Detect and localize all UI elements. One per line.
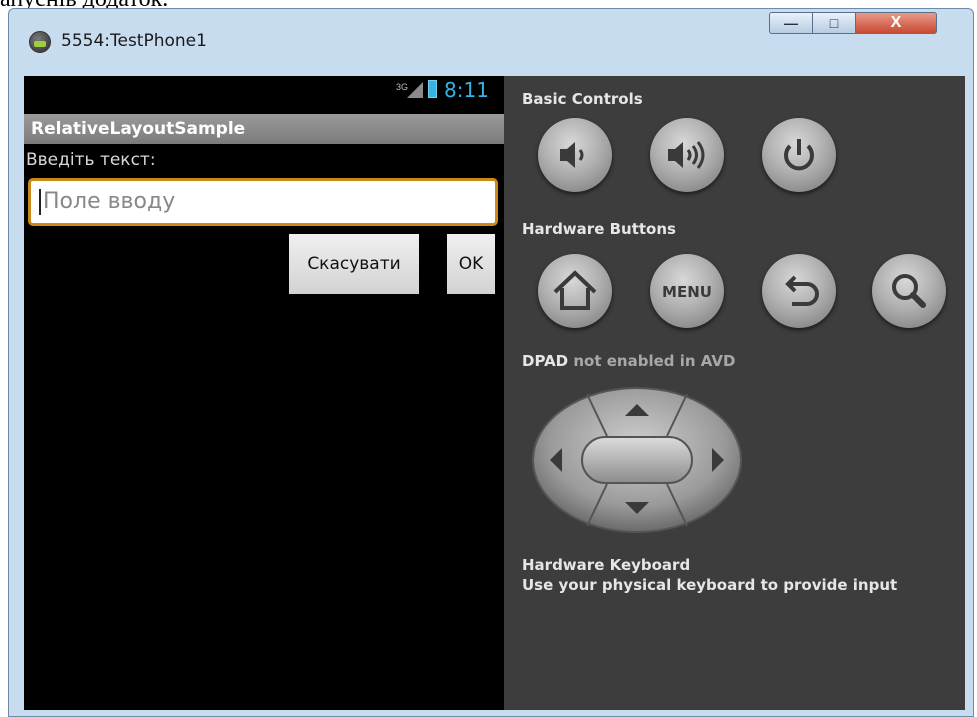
power-icon (784, 139, 814, 171)
back-button[interactable] (762, 254, 836, 328)
status-time: 8:11 (444, 78, 489, 102)
dpad-label: DPAD not enabled in AVD (522, 352, 735, 370)
dpad[interactable] (530, 386, 744, 534)
hardware-keyboard-title: Hardware Keyboard (522, 556, 691, 574)
dpad-icon (532, 387, 742, 533)
menu-button[interactable]: MENU (650, 254, 724, 328)
text-input-field[interactable]: Поле вводу (28, 178, 498, 226)
text-prompt-label: Введіть текст: (26, 150, 156, 170)
volume-up-icon (668, 141, 705, 169)
maximize-button[interactable]: □ (812, 12, 856, 34)
dpad-label-bold: DPAD (522, 352, 569, 370)
status-bar: 3G 8:11 (24, 76, 504, 106)
search-button[interactable] (872, 254, 946, 328)
volume-down-icon (560, 142, 584, 168)
hardware-buttons-label: Hardware Buttons (522, 220, 676, 238)
window-title: 5554:TestPhone1 (61, 31, 207, 51)
hardware-keyboard-hint: Use your physical keyboard to provide in… (522, 576, 898, 594)
dpad-label-status: not enabled in AVD (568, 352, 736, 370)
text-cursor (39, 189, 41, 215)
close-button[interactable]: X (855, 12, 937, 34)
cancel-button[interactable]: Скасувати (289, 234, 419, 294)
menu-icon: MENU (662, 283, 712, 301)
input-placeholder: Поле вводу (43, 189, 176, 214)
power-button[interactable] (762, 118, 836, 192)
emulator-control-panel: Basic Controls Hardware Buttons MENU DPA… (504, 76, 965, 710)
ok-button[interactable]: OK (447, 234, 495, 294)
back-icon (785, 275, 819, 306)
battery-icon (428, 80, 437, 98)
home-button[interactable] (538, 254, 612, 328)
signal-icon (407, 82, 423, 98)
home-icon (553, 270, 597, 310)
hardware-keyboard-section: Hardware Keyboard Use your physical keyb… (522, 555, 897, 595)
title-bar[interactable]: 5554:TestPhone1 — □ X (9, 9, 973, 71)
volume-down-button[interactable] (538, 118, 612, 192)
app-title-bar: RelativeLayoutSample (24, 114, 504, 144)
minimize-button[interactable]: — (769, 12, 813, 34)
basic-controls-label: Basic Controls (522, 90, 643, 108)
device-screen: 3G 8:11 RelativeLayoutSample Введіть тек… (24, 76, 504, 710)
volume-up-button[interactable] (650, 118, 724, 192)
search-icon (892, 274, 926, 308)
android-emulator-icon (29, 31, 51, 53)
menu-button-text: MENU (662, 283, 712, 301)
